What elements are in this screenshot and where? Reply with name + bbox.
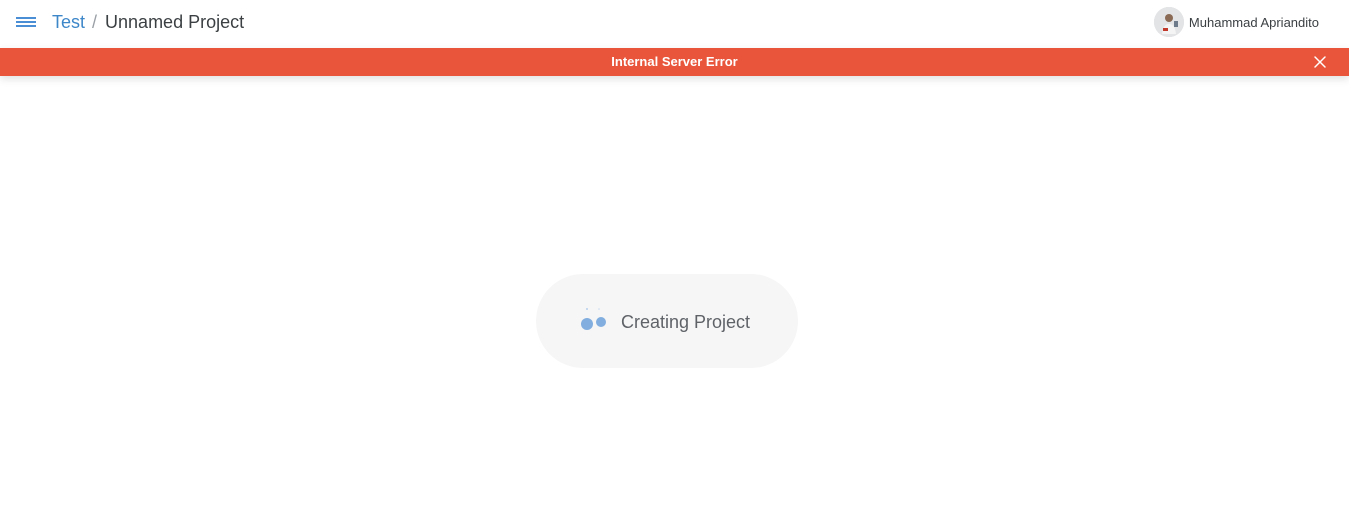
error-message: Internal Server Error (611, 54, 738, 69)
hamburger-icon-line (16, 21, 36, 23)
breadcrumb: Test / Unnamed Project (52, 11, 244, 33)
top-bar: Test / Unnamed Project Muhammad Apriandito (0, 0, 1349, 48)
loading-dots-icon (581, 308, 606, 330)
user-menu[interactable]: Muhammad Apriandito (1153, 7, 1319, 37)
user-avatar (1153, 7, 1184, 37)
close-icon (1314, 56, 1326, 68)
hamburger-icon-line (16, 25, 36, 27)
loading-message: Creating Project (621, 312, 751, 332)
breadcrumb-current-project: Unnamed Project (105, 12, 245, 32)
loading-indicator: Creating Project (536, 274, 798, 368)
breadcrumb-link-test[interactable]: Test (52, 12, 85, 32)
hamburger-icon-line (16, 17, 36, 19)
error-banner: Internal Server Error (0, 48, 1349, 76)
avatar-image (1153, 7, 1184, 37)
breadcrumb-separator: / (92, 12, 98, 32)
close-banner-button[interactable] (1313, 55, 1327, 69)
user-name: Muhammad Apriandito (1188, 14, 1319, 30)
menu-button[interactable] (16, 15, 36, 29)
